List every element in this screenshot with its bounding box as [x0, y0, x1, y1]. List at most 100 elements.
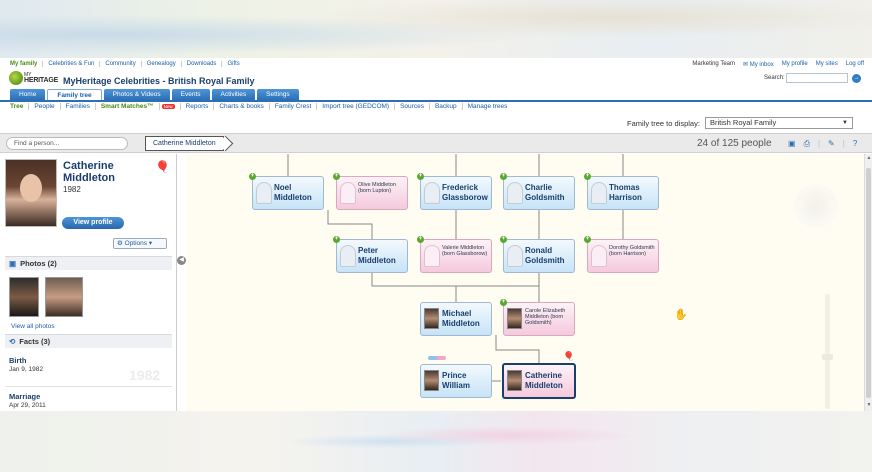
- fact-birth-label: Birth: [9, 356, 27, 365]
- subnav-tree[interactable]: Tree: [10, 103, 30, 110]
- toplink-gifts[interactable]: Gifts: [222, 61, 244, 67]
- person-card-frederick-glassborow[interactable]: Frederick Glassborow: [420, 176, 492, 210]
- subnav-reports[interactable]: Reports: [181, 103, 215, 110]
- person-card-olive-middleton[interactable]: Olive Middleton (born Lupton): [336, 176, 408, 210]
- tab-activities[interactable]: Activities: [211, 89, 256, 100]
- add-relative-icon[interactable]: +: [333, 236, 340, 243]
- person-card-dorothy-goldsmith[interactable]: Dorothy Goldsmith (born Harrison): [587, 239, 659, 273]
- scroll-up-icon[interactable]: ▲: [865, 155, 872, 163]
- help-icon[interactable]: ?: [853, 139, 857, 149]
- collapse-panel-button[interactable]: ◀: [177, 256, 186, 265]
- toolbar-icons: ▣ ⎙ | ✎ | ?: [788, 139, 857, 149]
- person-card-carole-middleton[interactable]: Carole Elizabeth Middleton (born Goldsmi…: [503, 302, 575, 336]
- site-title: MyHeritage Celebrities - British Royal F…: [63, 76, 255, 86]
- layout-icon[interactable]: ▣: [788, 139, 796, 149]
- person-card-thomas-harrison[interactable]: Thomas Harrison: [587, 176, 659, 210]
- print-icon[interactable]: ⎙: [804, 139, 810, 149]
- subnav-import-gedcom[interactable]: Import tree (GEDCOM): [317, 103, 396, 110]
- subnav-families[interactable]: Families: [61, 103, 96, 110]
- tab-events[interactable]: Events: [171, 89, 210, 100]
- person-card-noel-middleton[interactable]: Noel Middleton: [252, 176, 324, 210]
- add-relative-icon[interactable]: +: [333, 173, 340, 180]
- scrollbar-thumb[interactable]: [866, 168, 871, 398]
- tab-family-tree[interactable]: Family tree: [47, 89, 102, 100]
- add-relative-icon[interactable]: +: [584, 173, 591, 180]
- blurred-background-top: [0, 0, 872, 58]
- person-card-michael-middleton[interactable]: Michael Middleton: [420, 302, 492, 336]
- subnav-backup[interactable]: Backup: [430, 103, 463, 110]
- new-badge: New: [161, 104, 175, 109]
- subnav-smart-matches[interactable]: Smart Matches™ New: [96, 103, 181, 110]
- person-card-prince-william[interactable]: Prince William: [420, 364, 492, 398]
- scroll-down-icon[interactable]: ▼: [865, 402, 872, 410]
- family-tree-canvas[interactable]: Noel Middleton + Olive Middleton (born L…: [186, 154, 864, 411]
- tree-toolbar: Find a person... Catherine Middleton 24 …: [0, 133, 872, 153]
- toplink-community[interactable]: Community: [100, 61, 142, 67]
- female-silhouette-icon: [340, 182, 356, 204]
- tab-photos-videos[interactable]: Photos & Videos: [103, 89, 170, 100]
- facts-section-header[interactable]: ⟲ Facts (3): [5, 334, 172, 348]
- person-card-valerie-middleton[interactable]: Valerie Middleton (born Glassborow): [420, 239, 492, 273]
- search-go-button[interactable]: →: [852, 74, 861, 83]
- view-profile-button[interactable]: View profile: [62, 217, 124, 229]
- photo-icon: ▣: [9, 259, 17, 268]
- photo-thumbnail[interactable]: [9, 277, 39, 317]
- find-person-input[interactable]: Find a person...: [6, 137, 128, 150]
- subnav-people[interactable]: People: [29, 103, 61, 110]
- view-all-photos-link[interactable]: View all photos: [11, 323, 55, 330]
- male-silhouette-icon: [340, 245, 356, 267]
- person-card-peter-middleton[interactable]: Peter Middleton: [336, 239, 408, 273]
- toplink-downloads[interactable]: Downloads: [182, 61, 223, 67]
- blurred-background-bottom: [0, 411, 872, 472]
- profile-name: Catherine Middleton: [63, 160, 115, 184]
- link-my-inbox[interactable]: ✉ My inbox: [743, 61, 774, 68]
- subnav-family-crest[interactable]: Family Crest: [270, 103, 318, 110]
- myheritage-logo[interactable]: MY HERITAGE: [9, 71, 59, 89]
- add-relative-icon[interactable]: +: [584, 236, 591, 243]
- toplink-my-family[interactable]: My family: [10, 61, 44, 67]
- pan-control[interactable]: [794, 184, 838, 228]
- person-photo: [507, 370, 522, 391]
- tree-logo-icon: [9, 71, 23, 85]
- zoom-slider[interactable]: [825, 294, 830, 409]
- spouse-link-icon: [428, 356, 446, 360]
- female-silhouette-icon: [591, 245, 607, 267]
- link-my-sites[interactable]: My sites: [816, 61, 838, 68]
- subnav-manage-trees[interactable]: Manage trees: [463, 103, 513, 110]
- profile-year: 1982: [63, 185, 81, 194]
- envelope-icon: ✉: [743, 62, 749, 68]
- tab-settings[interactable]: Settings: [257, 89, 299, 100]
- link-log-off[interactable]: Log off: [846, 61, 864, 68]
- person-photo: [507, 308, 522, 329]
- balloon-icon: 🎈: [155, 160, 170, 174]
- person-card-ronald-goldsmith[interactable]: Ronald Goldsmith: [503, 239, 575, 273]
- profile-photo[interactable]: [5, 159, 57, 227]
- male-silhouette-icon: [507, 182, 523, 204]
- options-dropdown[interactable]: ⚙ Options ▾: [113, 238, 167, 249]
- person-card-charlie-goldsmith[interactable]: Charlie Goldsmith: [503, 176, 575, 210]
- tools-icon[interactable]: ✎: [828, 139, 835, 149]
- vertical-scrollbar[interactable]: ▲ ▼: [864, 154, 872, 411]
- add-relative-icon[interactable]: +: [249, 173, 256, 180]
- add-relative-icon[interactable]: +: [417, 236, 424, 243]
- fact-divider: [5, 386, 172, 387]
- search-input[interactable]: [786, 73, 848, 83]
- toplink-genealogy[interactable]: Genealogy: [142, 61, 182, 67]
- zoom-slider-handle[interactable]: [822, 354, 833, 360]
- add-relative-icon[interactable]: +: [500, 236, 507, 243]
- breadcrumb-current-person[interactable]: Catherine Middleton: [145, 136, 224, 151]
- add-relative-icon[interactable]: +: [417, 173, 424, 180]
- tab-home[interactable]: Home: [10, 89, 46, 100]
- subnav-charts-books[interactable]: Charts & books: [214, 103, 270, 110]
- link-my-profile[interactable]: My profile: [782, 61, 808, 68]
- photo-thumbnail[interactable]: [45, 277, 83, 317]
- add-relative-icon[interactable]: +: [500, 173, 507, 180]
- add-relative-icon[interactable]: +: [500, 299, 507, 306]
- photos-section-header[interactable]: ▣ Photos (2): [5, 256, 172, 270]
- toolbar-separator: |: [842, 139, 845, 148]
- person-card-catherine-middleton[interactable]: Catherine Middleton: [502, 363, 576, 399]
- toplink-celebrities[interactable]: Celebrities & Fun: [43, 61, 101, 67]
- subnav-sources[interactable]: Sources: [395, 103, 430, 110]
- tree-display-select[interactable]: British Royal Family ▼: [705, 117, 853, 129]
- male-silhouette-icon: [256, 182, 272, 204]
